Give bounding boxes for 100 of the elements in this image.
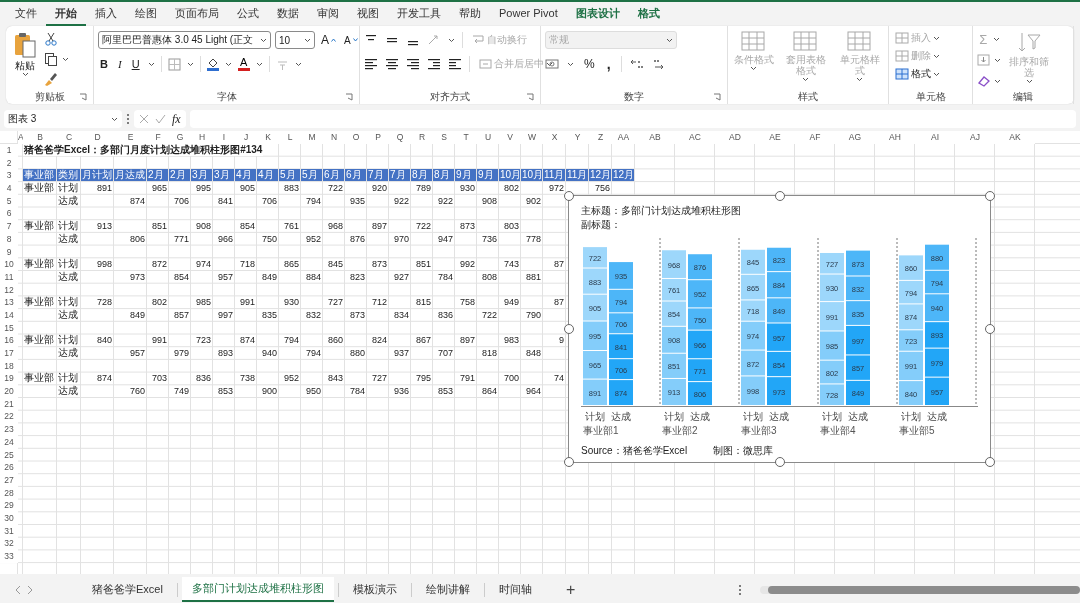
- menu-tab[interactable]: 数据: [268, 2, 308, 26]
- eraser-icon[interactable]: [977, 75, 991, 87]
- resize-handle[interactable]: [564, 191, 574, 201]
- sheet-tab[interactable]: 模板演示: [342, 578, 407, 601]
- column-header[interactable]: AG: [835, 131, 875, 144]
- sheet-tab[interactable]: 多部门计划达成堆积柱形图: [181, 577, 334, 602]
- column-header[interactable]: P: [367, 131, 389, 144]
- row-header[interactable]: 23: [0, 423, 18, 436]
- resize-handle[interactable]: [985, 191, 995, 201]
- menu-tab[interactable]: 页面布局: [166, 2, 228, 26]
- caret-icon[interactable]: [448, 37, 456, 43]
- column-header[interactable]: G: [169, 131, 191, 144]
- row-header[interactable]: 29: [0, 499, 18, 512]
- sheet-tab[interactable]: 时间轴: [488, 578, 542, 601]
- column-header[interactable]: A: [18, 131, 23, 144]
- previous-icon[interactable]: [14, 584, 22, 595]
- caret-icon[interactable]: [994, 78, 1002, 84]
- column-header[interactable]: J: [235, 131, 257, 144]
- add-sheet-button[interactable]: +: [559, 580, 582, 599]
- sheet-tab[interactable]: 猪爸爸学Excel: [82, 578, 173, 601]
- percent-button[interactable]: %: [582, 56, 597, 72]
- menu-tab[interactable]: 公式: [228, 2, 268, 26]
- resize-handle[interactable]: [774, 457, 785, 467]
- row-header[interactable]: 1: [0, 144, 18, 157]
- column-header[interactable]: S: [433, 131, 455, 144]
- column-header[interactable]: Q: [389, 131, 411, 144]
- row-header[interactable]: 17: [0, 347, 18, 360]
- bold-button[interactable]: B: [98, 57, 110, 71]
- row-header[interactable]: 4: [0, 182, 18, 195]
- column-header[interactable]: Z: [589, 131, 612, 144]
- row-header[interactable]: 33: [0, 550, 18, 563]
- row-header[interactable]: 26: [0, 461, 18, 474]
- column-header[interactable]: AF: [795, 131, 835, 144]
- column-header[interactable]: AH: [875, 131, 915, 144]
- caret-icon[interactable]: [255, 61, 263, 67]
- align-right-icon[interactable]: [406, 58, 421, 70]
- column-header[interactable]: H: [191, 131, 213, 144]
- caret-icon[interactable]: [62, 56, 69, 62]
- caret-icon[interactable]: [147, 61, 155, 67]
- row-header[interactable]: 6: [0, 207, 18, 221]
- column-header[interactable]: X: [543, 131, 566, 144]
- column-header[interactable]: AB: [635, 131, 675, 144]
- menu-tab[interactable]: 帮助: [450, 2, 490, 26]
- column-header[interactable]: T: [455, 131, 477, 144]
- font-name-field[interactable]: 阿里巴巴普惠体 3.0 45 Light (正文: [98, 31, 272, 49]
- column-header[interactable]: E: [114, 131, 147, 144]
- column-header[interactable]: D: [81, 131, 114, 144]
- fill-bucket-icon[interactable]: [206, 57, 219, 68]
- menu-tab[interactable]: Power Pivot: [490, 4, 567, 24]
- menu-tab[interactable]: 文件: [6, 2, 46, 26]
- shrink-font-button[interactable]: A: [342, 33, 360, 47]
- align-center-icon[interactable]: [385, 58, 400, 70]
- column-header[interactable]: U: [477, 131, 499, 144]
- comma-button[interactable]: ,: [604, 55, 613, 73]
- caret-icon[interactable]: [933, 71, 941, 77]
- column-header[interactable]: L: [279, 131, 301, 144]
- italic-button[interactable]: I: [116, 57, 124, 71]
- column-header[interactable]: W: [521, 131, 543, 144]
- column-header[interactable]: AI: [915, 131, 955, 144]
- row-header[interactable]: 16: [0, 334, 18, 347]
- menu-tab[interactable]: 插入: [86, 2, 126, 26]
- menu-tab[interactable]: 绘图: [126, 2, 166, 26]
- caret-icon[interactable]: [304, 37, 312, 43]
- caret-icon[interactable]: [294, 61, 302, 67]
- caret-icon[interactable]: [224, 61, 232, 67]
- row-header[interactable]: 7: [0, 220, 18, 233]
- column-header[interactable]: AK: [995, 131, 1035, 144]
- dialog-launcher-icon[interactable]: [345, 93, 354, 101]
- resize-handle[interactable]: [774, 191, 785, 201]
- column-header[interactable]: AC: [675, 131, 715, 144]
- column-header[interactable]: Y: [566, 131, 589, 144]
- resize-handle[interactable]: [985, 457, 995, 467]
- column-header[interactable]: K: [257, 131, 279, 144]
- sheet-tab[interactable]: 绘制讲解: [415, 578, 480, 601]
- caret-icon[interactable]: [993, 36, 1001, 42]
- row-header[interactable]: 22: [0, 410, 18, 424]
- column-header[interactable]: O: [345, 131, 367, 144]
- paste-button[interactable]: 粘贴: [10, 30, 40, 90]
- caret-icon[interactable]: [260, 37, 268, 43]
- row-header[interactable]: 32: [0, 537, 18, 550]
- column-header[interactable]: AE: [755, 131, 795, 144]
- copy-icon[interactable]: [44, 52, 58, 66]
- align-left-icon[interactable]: [364, 58, 379, 70]
- dialog-launcher-icon[interactable]: [712, 93, 721, 101]
- menu-tab[interactable]: 开发工具: [388, 2, 450, 26]
- menu-tab[interactable]: 审阅: [308, 2, 348, 26]
- fill-down-icon[interactable]: [977, 54, 991, 66]
- row-header[interactable]: 13: [0, 296, 18, 309]
- currency-icon[interactable]: [545, 58, 560, 70]
- menu-tab[interactable]: 视图: [348, 2, 388, 26]
- column-header[interactable]: AA: [612, 131, 635, 144]
- row-header[interactable]: 20: [0, 385, 18, 398]
- column-header[interactable]: V: [499, 131, 521, 144]
- column-header[interactable]: M: [301, 131, 323, 144]
- column-header[interactable]: AD: [715, 131, 755, 144]
- dialog-launcher-icon[interactable]: [526, 93, 535, 101]
- resize-handle[interactable]: [564, 324, 574, 334]
- name-box[interactable]: 图表 3: [4, 110, 122, 128]
- brush-icon[interactable]: [44, 72, 58, 86]
- column-header[interactable]: R: [411, 131, 433, 144]
